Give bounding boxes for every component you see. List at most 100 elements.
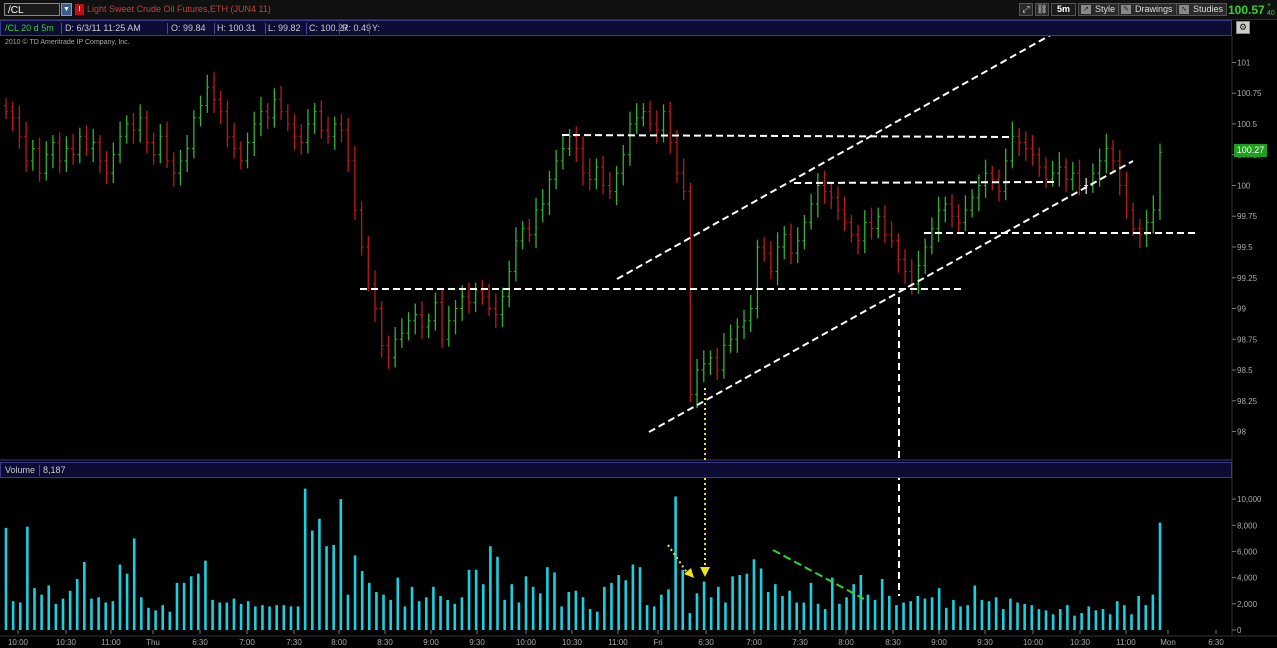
volume-bar	[852, 584, 855, 630]
copyright-text: 2010 © TD Ameritrade IP Company, Inc.	[5, 39, 130, 46]
volume-bar	[460, 597, 464, 630]
volume-bar	[987, 601, 991, 630]
price-volume-chart[interactable]: 101100.75100.5100.2510099.7599.599.25999…	[0, 0, 1277, 648]
yellow-arrow-head	[700, 567, 710, 577]
volume-bar	[738, 575, 742, 630]
volume-bar	[603, 586, 606, 630]
volume-bar	[225, 602, 229, 630]
volume-bar	[26, 526, 29, 630]
volume-bar	[189, 576, 193, 630]
volume-bar	[873, 599, 877, 630]
price-tick-label: 99	[1237, 305, 1246, 314]
volume-bar	[132, 538, 136, 630]
volume-bar	[681, 569, 685, 630]
volume-bar	[1087, 606, 1091, 630]
volume-bar	[709, 597, 713, 630]
volume-bar	[531, 586, 535, 630]
volume-bar	[560, 606, 563, 630]
volume-bar	[104, 602, 108, 630]
style-button[interactable]: ↗ Style	[1078, 3, 1120, 16]
volume-bar	[731, 576, 734, 630]
volume-bar	[275, 605, 278, 630]
volume-bar	[168, 611, 172, 630]
time-tick-label: 11:00	[101, 638, 121, 647]
last-price: 100.57	[1228, 3, 1265, 17]
studies-button[interactable]: ∿ Studies	[1176, 3, 1228, 16]
volume-bar	[118, 564, 122, 630]
volume-bar	[417, 601, 421, 630]
symbol-input[interactable]: /CL	[4, 3, 60, 16]
volume-bar	[282, 605, 286, 630]
volume-bar	[617, 575, 620, 630]
volume-bar	[1073, 615, 1076, 630]
volume-bar	[61, 598, 65, 630]
volume-bar	[360, 571, 364, 630]
alert-flag-icon[interactable]: !	[75, 4, 84, 15]
volume-bar	[18, 602, 22, 630]
volume-bar	[339, 499, 343, 630]
chart-settings-icon[interactable]: ⚙	[1236, 21, 1250, 34]
last-change: +40	[1267, 2, 1275, 17]
volume-bar	[11, 601, 15, 630]
volume-bar	[660, 594, 663, 630]
volume-bar	[845, 597, 848, 630]
volume-bar	[937, 588, 941, 630]
volume-bar	[1009, 598, 1012, 630]
price-tick-label: 100.5	[1237, 120, 1258, 129]
zoom-icon[interactable]: ⤢	[1019, 3, 1033, 16]
volume-bar	[325, 546, 328, 630]
volume-bar	[980, 599, 984, 630]
time-tick-label: 9:00	[931, 638, 947, 647]
volume-bar	[332, 544, 335, 630]
pencil-icon: ✎	[1121, 5, 1131, 14]
volume-trend-line	[772, 549, 865, 600]
volume-bar	[994, 597, 998, 630]
volume-bar	[296, 606, 300, 630]
bar-high: H: 100.31	[217, 23, 257, 33]
volume-bar	[204, 560, 207, 630]
volume-bar	[97, 597, 100, 630]
volume-bar	[175, 582, 179, 630]
volume-bar	[111, 601, 115, 630]
drawings-button[interactable]: ✎ Drawings	[1118, 3, 1177, 16]
volume-bar	[553, 572, 556, 630]
price-tick-label: 99.25	[1237, 274, 1258, 283]
volume-bar	[474, 569, 478, 630]
volume-bar	[667, 589, 670, 630]
volume-bar	[1080, 612, 1083, 630]
last-price-marker: 100.27	[1234, 144, 1267, 157]
volume-bar	[652, 606, 656, 630]
volume-bar	[47, 585, 51, 630]
volume-bar	[774, 584, 777, 630]
volume-bar	[888, 595, 891, 630]
volume-bar	[959, 606, 962, 630]
time-tick-label: 8:00	[331, 638, 347, 647]
chevron-down-icon[interactable]: ▼	[61, 3, 72, 16]
volume-bar	[702, 581, 706, 630]
volume-bar	[1037, 609, 1041, 630]
volume-bar	[1101, 609, 1105, 630]
time-tick-label: Mon	[1160, 638, 1176, 647]
bar-range: R: 0.49	[342, 23, 372, 33]
studies-icon: ∿	[1179, 5, 1189, 14]
volume-bar	[503, 599, 506, 630]
link-icon[interactable]: ⛓	[1035, 3, 1049, 16]
volume-bar	[895, 605, 898, 630]
study-label[interactable]: /CL 20 d 5m	[5, 21, 54, 35]
time-tick-label: Thu	[146, 638, 160, 647]
time-tick-label: 8:30	[885, 638, 901, 647]
time-tick-label: 6:30	[192, 638, 208, 647]
timeframe-selector[interactable]: 5m	[1051, 3, 1076, 16]
volume-bar	[140, 597, 143, 630]
volume-bar	[424, 597, 428, 630]
volume-bar	[510, 584, 514, 630]
volume-bar	[90, 598, 93, 630]
volume-bar	[823, 609, 827, 630]
bar-y: Y:	[372, 23, 381, 33]
volume-bar	[1051, 614, 1055, 630]
volume-bar	[781, 595, 784, 630]
resistance-line-mid	[793, 181, 1056, 184]
volume-bar	[902, 602, 905, 630]
volume-bar	[524, 576, 528, 630]
volume-bar	[496, 556, 499, 630]
